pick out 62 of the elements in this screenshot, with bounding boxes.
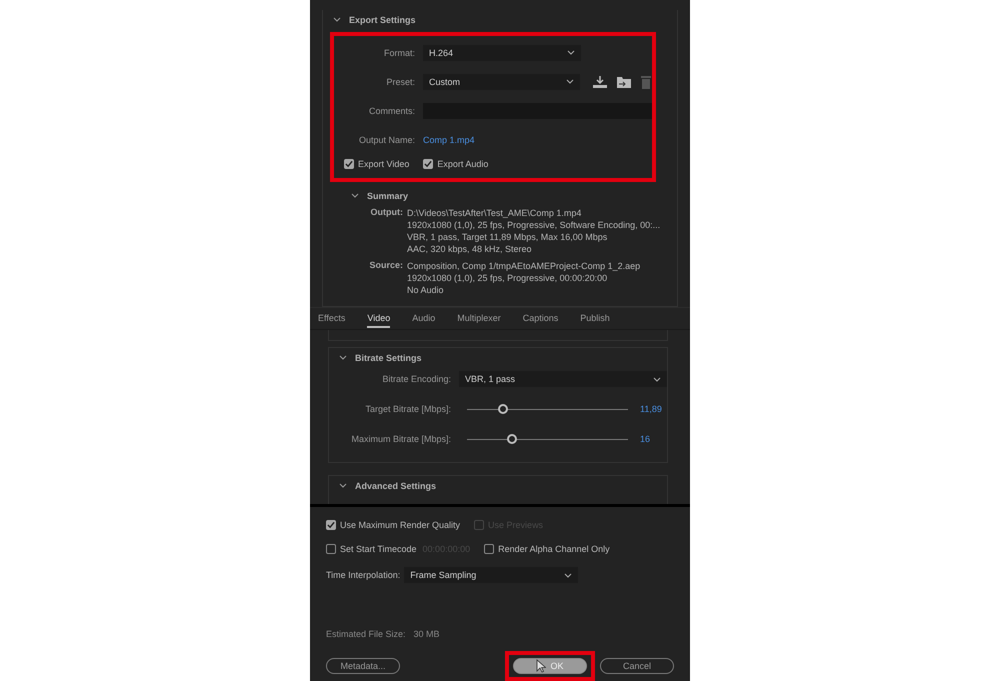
cursor-icon	[536, 659, 546, 673]
button[interactable]: Cancel	[600, 658, 674, 674]
summary-label: Output:	[370, 207, 404, 219]
folder-icon	[616, 74, 632, 88]
caret-icon	[566, 79, 574, 84]
checkmark-icon	[345, 160, 353, 168]
field-label: Output Name:	[358, 134, 416, 144]
checkbox-label: Render Alpha Channel Only	[498, 544, 610, 554]
field-label: Target Bitrate [Mbps]:	[364, 404, 452, 414]
tab[interactable]: Effects	[318, 310, 346, 328]
section-title: Summary	[367, 191, 408, 201]
checkbox[interactable]	[423, 159, 434, 169]
section-title: Export Settings	[349, 15, 416, 25]
checkmark-icon	[424, 160, 432, 168]
dropdown[interactable]: Frame Sampling	[404, 567, 578, 583]
dropdown[interactable]: VBR, 1 pass	[459, 371, 667, 388]
tab[interactable]: Captions	[522, 310, 558, 328]
checkbox[interactable]	[326, 520, 336, 530]
field-label: Time Interpolation:	[326, 570, 400, 580]
tab[interactable]: Audio	[412, 310, 436, 328]
field-label: Bitrate Encoding:	[381, 374, 452, 384]
checkbox[interactable]	[344, 159, 354, 169]
output-name-link[interactable]: Comp 1.mp4	[423, 134, 475, 144]
slider-thumb[interactable]	[498, 404, 508, 414]
field-label: Maximum Bitrate [Mbps]:	[350, 434, 452, 444]
button[interactable]: Metadata...	[326, 658, 400, 674]
summary-text: No Audio	[407, 284, 445, 296]
checkbox-label: Set Start Timecode	[340, 544, 417, 554]
checkbox-label: Export Audio	[437, 159, 488, 169]
text-field[interactable]	[423, 102, 652, 118]
field-label: Estimated File Size:	[326, 629, 406, 639]
caret-icon	[564, 572, 572, 578]
field-label: Comments:	[368, 106, 416, 116]
summary-label: Source:	[369, 260, 404, 272]
caret-icon	[567, 50, 575, 55]
field-label: Preset:	[385, 76, 416, 86]
dropdown[interactable]: H.264	[423, 44, 581, 60]
checkbox[interactable]	[326, 544, 336, 554]
summary-text: AAC, 320 kbps, 48 kHz, Stereo	[407, 243, 533, 255]
file-size-value: 30 MB	[414, 629, 440, 639]
checkbox[interactable]	[484, 544, 494, 554]
checkmark-icon	[327, 521, 335, 529]
checkbox-label: Use Maximum Render Quality	[340, 520, 460, 530]
slider-thumb[interactable]	[507, 434, 518, 444]
caret-icon	[653, 376, 661, 382]
tab[interactable]: Video	[367, 310, 390, 328]
download-icon	[592, 74, 608, 88]
checkbox-label: Export Video	[358, 159, 410, 169]
summary-text: VBR, 1 pass, Target 11,89 Mbps, Max 16,00 Mbps	[407, 231, 608, 243]
slider-value[interactable]: 16	[640, 434, 650, 444]
summary-text: Composition, Comp 1/tmpAEtoAMEProject-Comp 1_2.aep	[407, 260, 640, 272]
slider-value[interactable]: 11,89	[640, 404, 662, 414]
section-title: Advanced Settings	[355, 481, 436, 492]
trash-icon	[640, 74, 652, 88]
tab[interactable]: Publish	[580, 310, 610, 328]
section-title: Bitrate Settings	[355, 353, 422, 364]
field-label: Format:	[382, 48, 416, 58]
summary-text: D:\Videos\TestAfter\Test_AME\Comp 1.mp4	[407, 207, 582, 219]
summary-text: 1920x1080 (1,0), 25 fps, Progressive, 00:00:20:00	[407, 272, 608, 284]
dropdown[interactable]: Custom	[423, 74, 580, 90]
tab[interactable]: Multiplexer	[457, 310, 501, 328]
summary-text: 1920x1080 (1,0), 25 fps, Progressive, Software Encoding, 00:...	[407, 219, 660, 231]
